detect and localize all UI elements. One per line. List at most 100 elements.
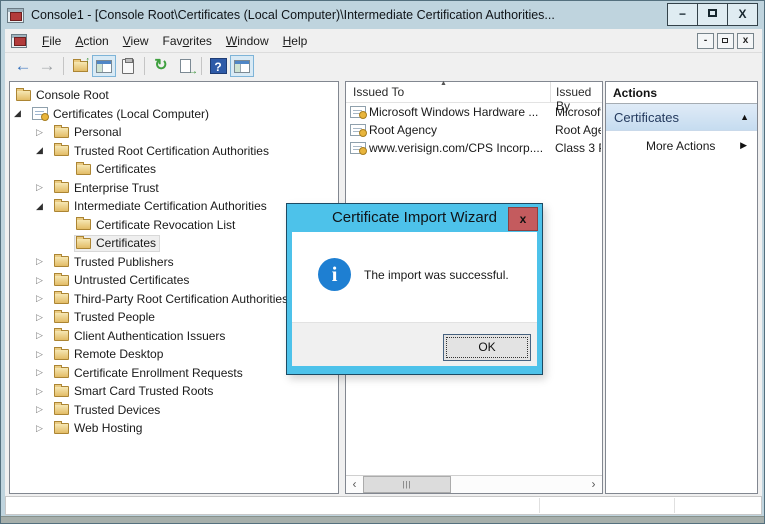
dialog-close-button[interactable]: x — [508, 207, 538, 231]
dialog-message: The import was successful. — [364, 268, 509, 282]
folder-icon — [54, 404, 69, 415]
chevron-expanded-icon[interactable]: ◢ — [14, 109, 30, 118]
column-header-issued-to[interactable]: Issued To — [353, 85, 404, 99]
scroll-right-button[interactable]: › — [585, 476, 602, 493]
chevron-collapsed-icon[interactable]: ▷ — [36, 183, 52, 192]
tree-item-console-root[interactable]: Console Root — [10, 86, 338, 105]
chevron-collapsed-icon[interactable]: ▷ — [36, 331, 52, 340]
menu-view[interactable]: View — [116, 31, 156, 51]
chevron-expanded-icon[interactable]: ◢ — [36, 202, 52, 211]
tree-item-enterprise-trust[interactable]: ▷Enterprise Trust — [10, 179, 338, 198]
tree-item-certificates-trusted-root[interactable]: Certificates — [10, 160, 338, 179]
show-action-pane-button[interactable] — [230, 55, 254, 77]
dialog-body: i The import was successful. — [292, 232, 537, 322]
menubar: File Action View Favorites Window Help -… — [5, 29, 762, 53]
scrollbar-thumb[interactable]: ||| — [363, 476, 451, 493]
chevron-collapsed-icon[interactable]: ▷ — [36, 294, 52, 303]
sort-ascending-icon: ▲ — [440, 80, 447, 87]
menu-action[interactable]: Action — [68, 31, 115, 51]
chevron-collapsed-icon[interactable]: ▷ — [36, 368, 52, 377]
certificate-store-icon — [32, 107, 48, 120]
tree-item-trusted-devices[interactable]: ▷Trusted Devices — [10, 401, 338, 420]
minimize-button[interactable]: − — [667, 3, 698, 26]
toolbar: ← → ↑ ↻ → ? — [5, 53, 762, 79]
refresh-icon: ↻ — [154, 58, 167, 74]
tree-item-web-hosting[interactable]: ▷Web Hosting — [10, 419, 338, 438]
submenu-arrow-icon: ▶ — [740, 140, 747, 151]
mmc-console-icon — [7, 8, 24, 23]
up-arrow-icon: ↑ — [86, 56, 91, 65]
back-arrow-icon: ← — [15, 56, 32, 76]
child-close-button[interactable]: x — [737, 33, 754, 49]
chevron-collapsed-icon[interactable]: ▷ — [36, 424, 52, 433]
child-restore-button[interactable] — [717, 33, 734, 49]
export-list-button[interactable]: → — [173, 55, 197, 77]
chevron-collapsed-icon[interactable]: ▷ — [36, 257, 52, 266]
selected-tree-item[interactable]: Certificates — [74, 235, 160, 252]
collapse-group-icon[interactable]: ▲ — [740, 112, 749, 122]
folder-icon — [54, 275, 69, 286]
forward-arrow-icon: → — [39, 56, 56, 76]
window-frame-bottom — [1, 516, 765, 524]
list-row-verisign-cps[interactable]: www.verisign.com/CPS Incorp.... Class 3 … — [346, 139, 602, 157]
folder-icon — [54, 367, 69, 378]
paste-button[interactable] — [116, 55, 140, 77]
dialog-title: Certificate Import Wizard — [287, 204, 542, 232]
tree-item-certificates-local-computer[interactable]: ◢Certificates (Local Computer) — [10, 105, 338, 124]
forward-button[interactable]: → — [35, 55, 59, 77]
mmc-child-icon — [11, 34, 27, 48]
toolbar-separator — [201, 57, 202, 75]
column-divider[interactable] — [550, 82, 551, 102]
more-actions-item[interactable]: More Actions ▶ — [606, 135, 757, 156]
actions-group-certificates[interactable]: Certificates ▲ — [606, 104, 757, 131]
window-title: Console1 - [Console Root\Certificates (L… — [31, 8, 591, 22]
folder-icon — [16, 90, 31, 101]
tree-item-trusted-root-ca[interactable]: ◢Trusted Root Certification Authorities — [10, 142, 338, 161]
toolbar-separator — [144, 57, 145, 75]
maximize-button[interactable] — [697, 3, 728, 26]
back-button[interactable]: ← — [11, 55, 35, 77]
menu-file[interactable]: File — [35, 31, 68, 51]
folder-icon — [54, 293, 69, 304]
close-button[interactable]: X — [727, 3, 758, 26]
refresh-button[interactable]: ↻ — [149, 55, 173, 77]
tree-item-personal[interactable]: ▷Personal — [10, 123, 338, 142]
list-header: ▲ Issued To Issued By — [346, 82, 602, 103]
titlebar: Console1 - [Console Root\Certificates (L… — [1, 1, 765, 29]
status-bar — [5, 496, 762, 515]
chevron-collapsed-icon[interactable]: ▷ — [36, 313, 52, 322]
chevron-collapsed-icon[interactable]: ▷ — [36, 128, 52, 137]
child-minimize-button[interactable]: - — [697, 33, 714, 49]
menu-help[interactable]: Help — [276, 31, 315, 51]
chevron-expanded-icon[interactable]: ◢ — [36, 146, 52, 155]
folder-icon — [76, 219, 91, 230]
ok-button[interactable]: OK — [443, 334, 531, 361]
certificate-icon — [350, 124, 366, 136]
mmc-window: Console1 - [Console Root\Certificates (L… — [0, 0, 765, 524]
folder-icon — [54, 386, 69, 397]
folder-icon — [54, 349, 69, 360]
chevron-collapsed-icon[interactable]: ▷ — [36, 350, 52, 359]
help-button[interactable]: ? — [206, 55, 230, 77]
menu-window[interactable]: Window — [219, 31, 276, 51]
list-row-microsoft-windows-hardware[interactable]: Microsoft Windows Hardware ... Microsoft… — [346, 103, 602, 121]
folder-icon — [54, 145, 69, 156]
menu-favorites[interactable]: Favorites — [156, 31, 219, 51]
restore-icon — [722, 38, 728, 43]
up-one-level-button[interactable]: ↑ — [68, 55, 92, 77]
chevron-collapsed-icon[interactable]: ▷ — [36, 405, 52, 414]
certificate-icon — [350, 142, 366, 154]
folder-icon — [76, 164, 91, 175]
actions-pane: Actions Certificates ▲ More Actions ▶ — [605, 81, 758, 494]
chevron-collapsed-icon[interactable]: ▷ — [36, 387, 52, 396]
clipboard-icon — [122, 59, 134, 74]
chevron-collapsed-icon[interactable]: ▷ — [36, 276, 52, 285]
show-console-tree-button[interactable] — [92, 55, 116, 77]
tree-item-smart-card-trusted-roots[interactable]: ▷Smart Card Trusted Roots — [10, 382, 338, 401]
maximize-icon — [708, 9, 717, 17]
list-row-root-agency[interactable]: Root Agency Root Agency — [346, 121, 602, 139]
horizontal-scrollbar[interactable]: ‹ ||| › — [346, 475, 602, 493]
scroll-left-button[interactable]: ‹ — [346, 476, 363, 493]
toolbar-separator — [63, 57, 64, 75]
scrollbar-track[interactable] — [451, 476, 585, 493]
